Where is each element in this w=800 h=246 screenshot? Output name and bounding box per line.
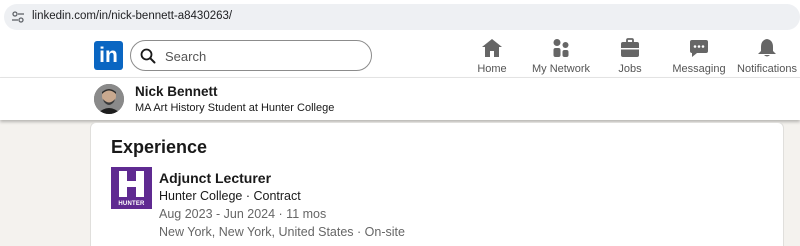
nav-label-messaging: Messaging [672,63,726,75]
nav-label-home: Home [477,63,507,75]
nav-label-notifications: Notifications [737,63,797,75]
nav-item-messaging[interactable]: Messaging [672,36,726,76]
job-location: New York, New York, United States · On-s… [159,225,405,239]
messaging-icon [690,40,708,57]
search-icon [140,48,156,64]
nav-label-my-network: My Network [531,63,591,75]
hunter-college-logo[interactable]: HUNTER [111,167,152,209]
job-dates: Aug 2023 - Jun 2024 · 11 mos [159,207,327,221]
section-title: Experience [111,137,208,157]
sticky-profile-header: Nick Bennett MA Art History Student at H… [0,78,800,120]
bell-icon [758,39,776,57]
nav-item-notifications[interactable]: Notifications [736,36,798,76]
briefcase-icon [621,38,639,57]
search-box[interactable] [130,40,372,71]
company-employment-type: Hunter College · Contract [159,189,301,203]
avatar[interactable] [94,84,124,114]
nav-label-jobs: Jobs [618,63,642,75]
browser-address-bar: linkedin.com/in/nick-bennett-a8430263/ [0,0,800,32]
global-nav: in Home My Network Jobs [0,32,800,78]
home-icon [482,39,502,57]
nav-item-my-network[interactable]: My Network [530,36,592,76]
nav-item-home[interactable]: Home [472,36,512,76]
job-title: Adjunct Lecturer [159,170,272,186]
url-field[interactable]: linkedin.com/in/nick-bennett-a8430263/ [4,4,800,30]
avatar-photo-icon [94,84,124,114]
nav-item-jobs[interactable]: Jobs [614,36,646,76]
url-text[interactable]: linkedin.com/in/nick-bennett-a8430263/ [32,10,232,22]
experience-section: Experience HUNTER Adjunct Lecturer Hunte… [90,122,784,246]
profile-headline: MA Art History Student at Hunter College [135,102,335,114]
hunter-h-icon [119,171,144,197]
site-settings-icon[interactable] [11,10,25,24]
network-icon [553,39,569,57]
profile-name: Nick Bennett [135,84,218,99]
logo-caption: HUNTER [118,201,145,207]
linkedin-logo-icon[interactable]: in [94,41,123,70]
search-input[interactable] [165,47,355,65]
